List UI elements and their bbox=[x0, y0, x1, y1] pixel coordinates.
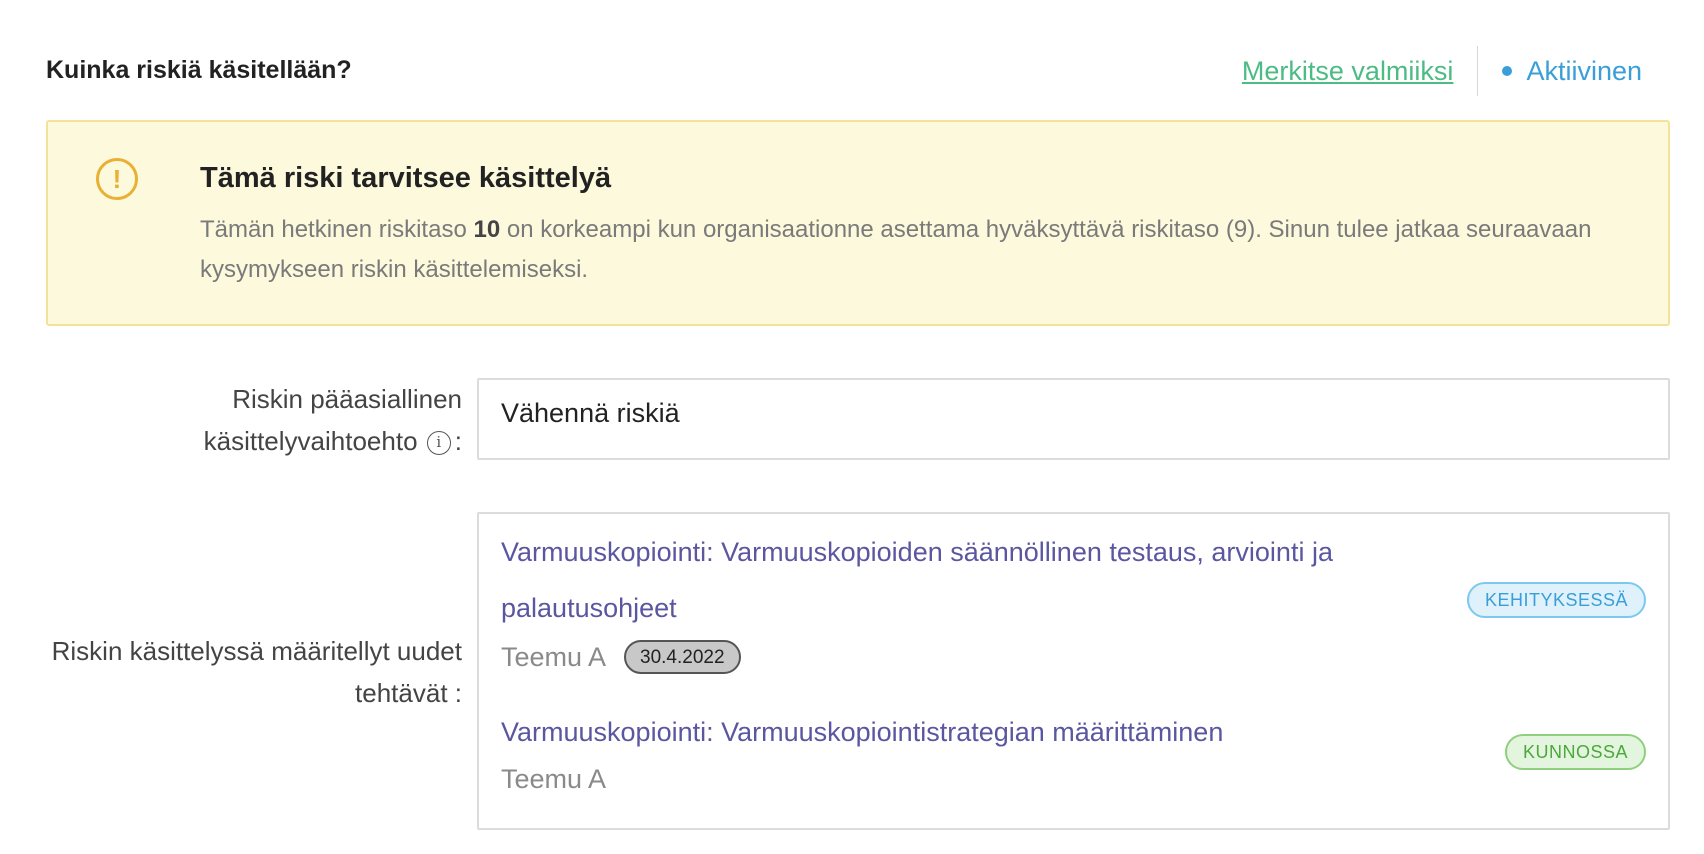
treatment-label-line1: Riskin pääasiallinen bbox=[232, 384, 462, 414]
task-link[interactable]: Varmuuskopiointi: Varmuuskopioiden säänn… bbox=[501, 524, 1341, 636]
treatment-select-value: Vähennä riskiä bbox=[501, 398, 680, 428]
treatment-label: Riskin pääasiallinen käsittelyvaihtoehto… bbox=[0, 378, 462, 462]
task-assignee: Teemu A bbox=[501, 642, 607, 672]
task-assignee: Teemu A bbox=[501, 764, 607, 794]
section-header: Kuinka riskiä käsitellään? Merkitse valm… bbox=[46, 46, 1672, 96]
info-icon[interactable]: i bbox=[426, 431, 451, 456]
task-link[interactable]: Varmuuskopiointi: Varmuuskopiointistrate… bbox=[501, 704, 1401, 760]
header-actions: Merkitse valmiiksi Aktiivinen bbox=[1242, 46, 1642, 96]
status-dot-icon bbox=[1502, 66, 1513, 76]
alert-title: Tämä riski tarvitsee käsittelyä bbox=[200, 162, 612, 194]
treatment-label-suffix: : bbox=[454, 426, 462, 456]
status-label: Aktiivinen bbox=[1526, 55, 1642, 86]
alert-text-before: Tämän hetkinen riskitaso bbox=[200, 216, 474, 243]
status-badge: KEHITYKSESSÄ bbox=[1466, 582, 1646, 618]
alert-text: Tämän hetkinen riskitaso 10 on korkeampi… bbox=[200, 210, 1600, 290]
due-date-badge: 30.4.2022 bbox=[624, 640, 741, 674]
treatment-select[interactable]: Vähennä riskiä bbox=[477, 378, 1670, 460]
tasks-label: Riskin käsittelyssä määritellyt uudet te… bbox=[0, 630, 462, 714]
status-badge: KUNNOSSA bbox=[1504, 734, 1646, 770]
exclamation-circle-icon: ! bbox=[96, 158, 138, 200]
risk-alert-box: ! Tämä riski tarvitsee käsittelyä Tämän … bbox=[46, 120, 1670, 326]
task-list: Varmuuskopiointi: Varmuuskopioiden säänn… bbox=[477, 512, 1670, 830]
treatment-label-line2-wrap: käsittelyvaihtoehto i: bbox=[0, 420, 462, 462]
tasks-label-line2: tehtävät : bbox=[355, 678, 462, 708]
alert-risk-level: 10 bbox=[473, 216, 501, 243]
tasks-label-line1: Riskin käsittelyssä määritellyt uudet bbox=[51, 636, 462, 666]
section-title: Kuinka riskiä käsitellään? bbox=[46, 56, 352, 84]
mark-done-link[interactable]: Merkitse valmiiksi bbox=[1242, 56, 1478, 87]
status-indicator: Aktiivinen bbox=[1478, 56, 1642, 87]
treatment-label-line2: käsittelyvaihtoehto bbox=[203, 426, 418, 456]
